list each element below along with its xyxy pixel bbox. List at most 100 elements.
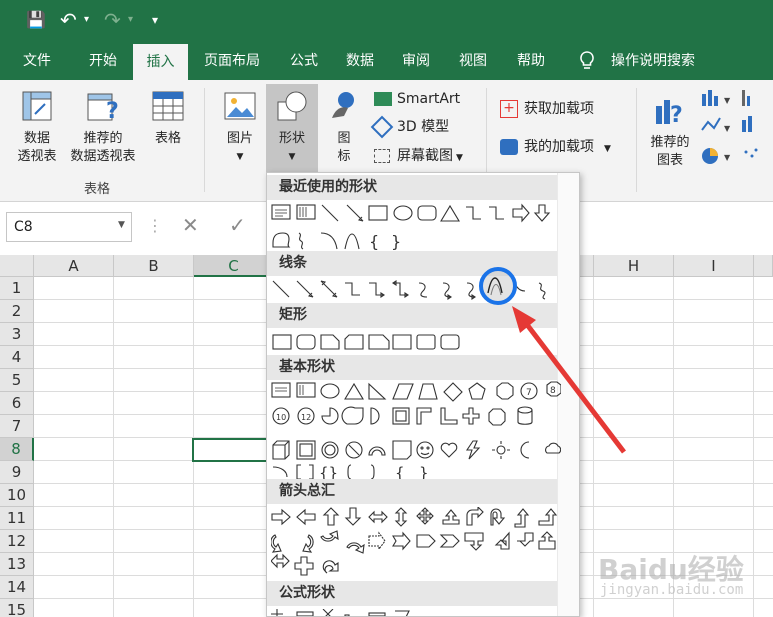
row-header[interactable]: 11 bbox=[0, 507, 34, 530]
name-box[interactable]: C8 bbox=[6, 212, 132, 242]
lightbulb-icon bbox=[578, 42, 596, 80]
recent-shapes-row[interactable]: { } bbox=[271, 203, 561, 253]
row-header[interactable]: 10 bbox=[0, 484, 34, 507]
pictures-button[interactable]: 图片 ▼ bbox=[218, 88, 262, 166]
row-header-selected[interactable]: 8 bbox=[0, 438, 34, 461]
equation-shapes-row[interactable] bbox=[271, 609, 561, 617]
tab-home[interactable]: 开始 bbox=[74, 42, 132, 80]
row-header[interactable]: 4 bbox=[0, 346, 34, 369]
icons-button[interactable]: 图 标 bbox=[322, 88, 366, 166]
section-recent-shapes: 最近使用的形状 bbox=[267, 175, 557, 200]
tab-file[interactable]: 文件 bbox=[8, 42, 66, 80]
group-divider bbox=[636, 88, 637, 192]
screenshot-icon bbox=[374, 149, 390, 163]
column-header-a[interactable]: A bbox=[34, 255, 114, 277]
smartart-icon bbox=[374, 92, 392, 106]
picture-icon bbox=[224, 92, 256, 120]
row-header[interactable]: 2 bbox=[0, 300, 34, 323]
icons-icon bbox=[332, 92, 354, 118]
customize-qat-icon[interactable]: ▾ bbox=[152, 9, 158, 31]
undo-icon[interactable]: ↶ bbox=[60, 9, 77, 31]
screenshot-button[interactable]: 屏幕截图 ▼ bbox=[374, 146, 463, 168]
recommended-charts-button[interactable]: ? 推荐的 图表 bbox=[644, 92, 696, 170]
row-header[interactable]: 12 bbox=[0, 530, 34, 553]
rectangles-row[interactable] bbox=[271, 331, 561, 353]
shapes-icon bbox=[277, 91, 307, 121]
block-arrows-grid[interactable] bbox=[271, 507, 561, 587]
formula-bar-grip-icon: ⋮ bbox=[147, 216, 163, 235]
tab-review[interactable]: 审阅 bbox=[390, 42, 442, 80]
tab-data[interactable]: 数据 bbox=[334, 42, 386, 80]
section-block-arrows: 箭头总汇 bbox=[267, 479, 557, 504]
row-header[interactable]: 3 bbox=[0, 323, 34, 346]
ribbon-tabs: 文件 开始 插入 页面布局 公式 数据 审阅 视图 帮助 操作说明搜索 bbox=[0, 42, 773, 80]
row-header[interactable]: 6 bbox=[0, 392, 34, 415]
tab-view[interactable]: 视图 bbox=[447, 42, 499, 80]
section-rectangles: 矩形 bbox=[267, 303, 557, 328]
add-grid-icon: + bbox=[500, 100, 518, 118]
svg-text:▼: ▼ bbox=[724, 153, 731, 162]
enter-icon[interactable]: ✓ bbox=[229, 213, 246, 237]
active-cell-c8[interactable] bbox=[192, 438, 273, 462]
basic-shapes-grid[interactable]: 7 8 10 12 {} {} bbox=[271, 381, 561, 479]
select-all-corner[interactable] bbox=[0, 255, 34, 277]
svg-text:10: 10 bbox=[276, 413, 286, 422]
column-header-i[interactable]: I bbox=[674, 255, 754, 277]
svg-text:{: { bbox=[395, 464, 405, 479]
curve-icon bbox=[487, 277, 503, 294]
shapes-button[interactable]: 形状 ▼ bbox=[268, 88, 316, 166]
tell-me-search[interactable]: 操作说明搜索 bbox=[611, 42, 695, 80]
highlighted-curve-shape[interactable] bbox=[479, 267, 517, 305]
redo-dropdown-icon[interactable]: ▾ bbox=[128, 9, 133, 31]
tab-page-layout[interactable]: 页面布局 bbox=[193, 42, 271, 80]
lines-row[interactable] bbox=[271, 279, 561, 301]
svg-text:{}: {} bbox=[319, 464, 338, 479]
table-button[interactable]: 表格 bbox=[146, 88, 190, 148]
title-bar: 💾 ↶ ▾ ↷ ▾ ▾ bbox=[0, 0, 773, 42]
group-divider bbox=[204, 88, 205, 192]
undo-dropdown-icon[interactable]: ▾ bbox=[84, 9, 89, 31]
svg-text:▼: ▼ bbox=[724, 96, 731, 105]
row-header[interactable]: 14 bbox=[0, 576, 34, 599]
column-header-partial[interactable] bbox=[754, 255, 773, 277]
row-header[interactable]: 5 bbox=[0, 369, 34, 392]
my-addins-button[interactable]: 我的加载项 ▼ bbox=[500, 137, 611, 159]
recommended-pivot-button[interactable]: ? 推荐的 数据透视表 bbox=[64, 88, 142, 166]
svg-text:}: } bbox=[391, 232, 401, 251]
cube-icon bbox=[370, 115, 394, 139]
smartart-button[interactable]: SmartArt bbox=[374, 89, 460, 109]
get-addins-button[interactable]: + 获取加载项 bbox=[500, 99, 594, 119]
row-header[interactable]: 1 bbox=[0, 277, 34, 300]
name-box-dropdown-icon[interactable]: ▼ bbox=[118, 220, 125, 230]
screenshot-dropdown-icon: ▼ bbox=[456, 153, 463, 163]
chart-type-icons[interactable]: ▼ ▼ ▼ bbox=[700, 90, 770, 170]
excel-window: 💾 ↶ ▾ ↷ ▾ ▾ 文件 开始 插入 页面布局 公式 数据 审阅 视图 帮助… bbox=[0, 0, 773, 617]
svg-text:8: 8 bbox=[550, 386, 556, 396]
row-header[interactable]: 7 bbox=[0, 415, 34, 438]
svg-text:{: { bbox=[369, 232, 379, 251]
section-equation-shapes: 公式形状 bbox=[267, 581, 557, 606]
cancel-icon[interactable]: ✕ bbox=[182, 213, 199, 237]
tab-formulas[interactable]: 公式 bbox=[278, 42, 330, 80]
recommended-pivot-icon: ? bbox=[87, 93, 119, 124]
save-icon[interactable]: 💾 bbox=[26, 9, 46, 31]
svg-text:7: 7 bbox=[526, 388, 532, 398]
redo-icon[interactable]: ↷ bbox=[104, 9, 121, 31]
pivot-table-icon bbox=[22, 91, 52, 121]
row-header[interactable]: 9 bbox=[0, 461, 34, 484]
svg-text:}: } bbox=[419, 464, 429, 479]
row-header[interactable]: 15 bbox=[0, 599, 34, 617]
recommended-charts-icon: ? bbox=[656, 100, 683, 128]
section-lines: 线条 bbox=[267, 251, 557, 276]
pivot-table-button[interactable]: 数据 透视表 bbox=[10, 88, 64, 166]
tab-insert[interactable]: 插入 bbox=[133, 44, 188, 80]
column-header-c[interactable]: C bbox=[194, 255, 274, 277]
column-header-h[interactable]: H bbox=[594, 255, 674, 277]
my-addins-dropdown-icon: ▼ bbox=[604, 144, 611, 154]
shapes-dropdown-icon: ▼ bbox=[288, 152, 296, 162]
section-basic-shapes: 基本形状 bbox=[267, 355, 557, 380]
row-header[interactable]: 13 bbox=[0, 553, 34, 576]
3d-model-button[interactable]: 3D 模型 bbox=[370, 115, 449, 139]
tab-help[interactable]: 帮助 bbox=[505, 42, 557, 80]
column-header-b[interactable]: B bbox=[114, 255, 194, 277]
